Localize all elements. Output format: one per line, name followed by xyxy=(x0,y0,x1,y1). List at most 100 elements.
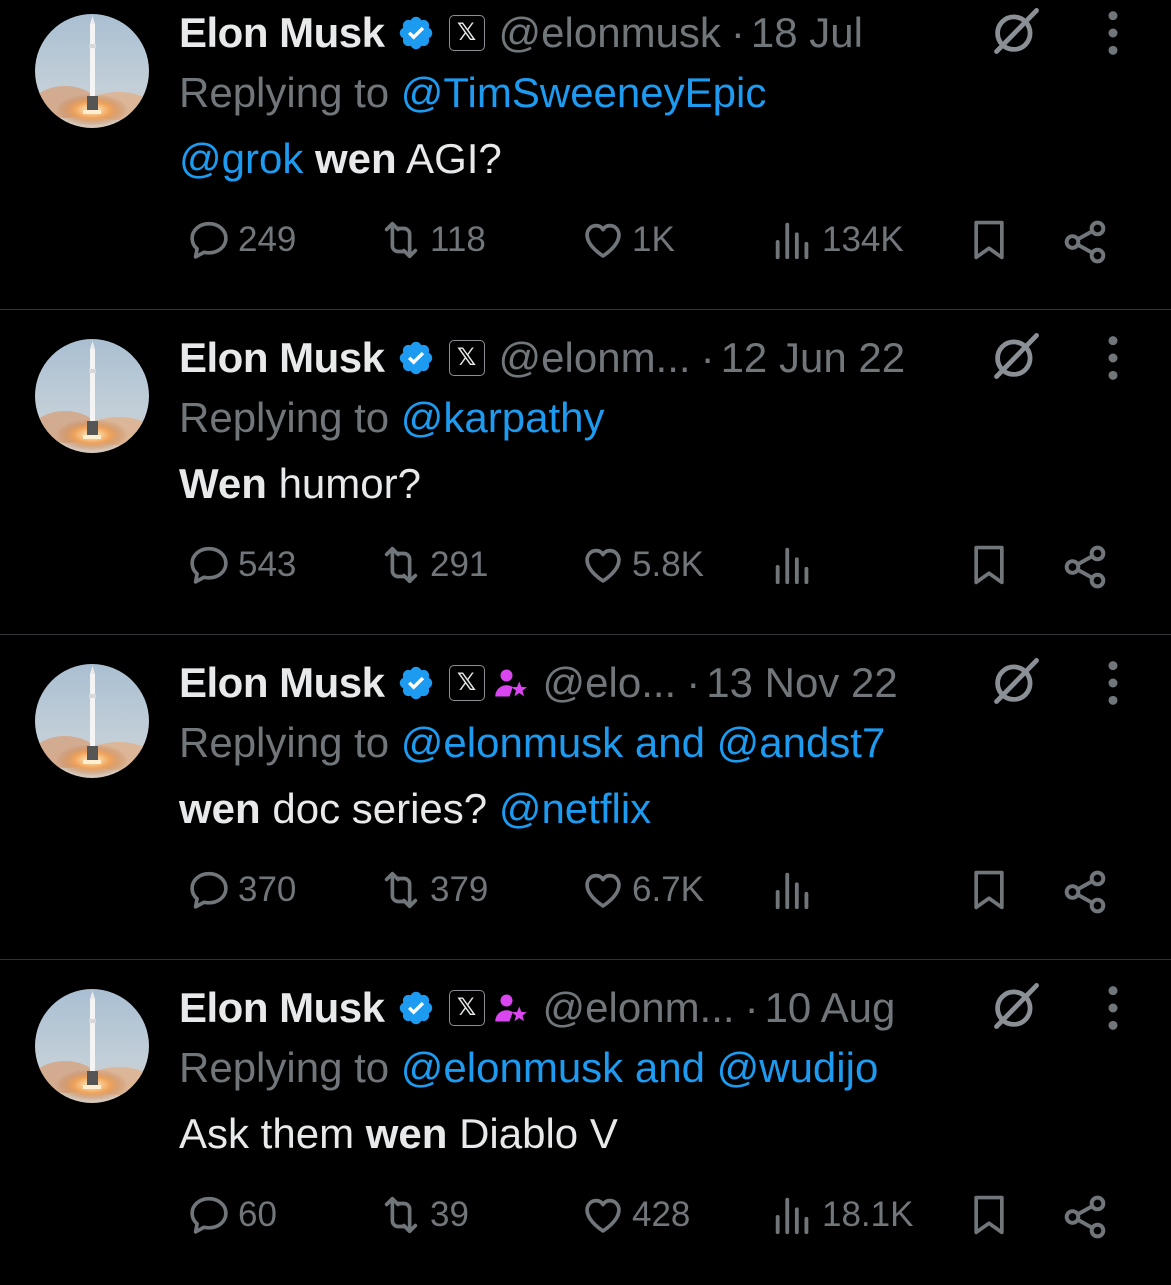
tweet-text-segment: Ask them xyxy=(179,1110,366,1157)
tweet-date[interactable]: 18 Jul xyxy=(751,9,863,57)
like-icon xyxy=(585,548,621,583)
avatar[interactable] xyxy=(35,664,149,778)
bookmark-icon[interactable] xyxy=(967,542,1011,588)
replying-to-label: Replying to xyxy=(179,69,401,116)
tweet[interactable]: Elon Musk 𝕏 @elonm... · 10 Aug Replying … xyxy=(0,960,1171,1285)
repost-button[interactable]: 291 xyxy=(378,540,488,590)
tweet-date[interactable]: 13 Nov 22 xyxy=(706,659,897,707)
replies-feed: Elon Musk 𝕏 @elonmusk · 18 Jul Replying … xyxy=(0,0,1171,1280)
separator-dot: · xyxy=(686,659,701,706)
display-name[interactable]: Elon Musk xyxy=(179,984,385,1032)
repost-icon xyxy=(384,871,418,909)
more-icon[interactable] xyxy=(1098,982,1128,1034)
share-icon[interactable] xyxy=(1060,1192,1110,1242)
repost-count: 379 xyxy=(430,870,489,909)
views-icon xyxy=(775,547,809,585)
grok-icon[interactable] xyxy=(990,5,1042,57)
tweet-text-segment: wen xyxy=(179,785,261,832)
display-name[interactable]: Elon Musk xyxy=(179,334,385,382)
avatar[interactable] xyxy=(35,14,149,128)
like-button[interactable]: 1K xyxy=(580,215,675,265)
reply-icon xyxy=(190,546,228,584)
views-icon xyxy=(775,872,809,910)
tweet-text-segment xyxy=(303,135,315,182)
affiliate-person-star-icon xyxy=(494,994,527,1022)
share-icon[interactable] xyxy=(1060,867,1110,917)
repost-button[interactable]: 118 xyxy=(378,215,486,265)
tweet-header: Elon Musk 𝕏 @elonm... · 12 Jun 22 xyxy=(179,328,905,388)
views-button[interactable] xyxy=(770,540,822,590)
mention-link[interactable]: @grok xyxy=(179,135,303,182)
repost-count: 118 xyxy=(430,220,486,259)
tweet-header: Elon Musk 𝕏 @elonmusk · 18 Jul xyxy=(179,3,863,63)
replying-to-label: Replying to xyxy=(179,394,401,441)
tweet-date[interactable]: 12 Jun 22 xyxy=(721,334,906,382)
like-button[interactable]: 5.8K xyxy=(580,540,704,590)
verified-badge-icon xyxy=(399,666,432,700)
avatar[interactable] xyxy=(35,989,149,1103)
avatar[interactable] xyxy=(35,339,149,453)
tweet[interactable]: Elon Musk 𝕏 @elonm... · 12 Jun 22 Replyi… xyxy=(0,310,1171,635)
views-button[interactable] xyxy=(770,865,822,915)
reply-button[interactable]: 249 xyxy=(186,215,296,265)
grok-icon[interactable] xyxy=(990,980,1042,1032)
more-icon[interactable] xyxy=(1098,332,1128,384)
tweet[interactable]: Elon Musk 𝕏 @elonmusk · 18 Jul Replying … xyxy=(0,0,1171,310)
grok-icon[interactable] xyxy=(990,330,1042,382)
tweet-actions: 60 39 428 18.1K xyxy=(0,1190,1171,1240)
tweet-text: @grok wen AGI? xyxy=(179,135,502,183)
bookmark-icon[interactable] xyxy=(967,867,1011,913)
tweet-text: Ask them wen Diablo V xyxy=(179,1110,618,1158)
like-icon xyxy=(585,873,621,908)
user-handle[interactable]: @elonm... xyxy=(543,984,735,1032)
view-count: 134K xyxy=(822,220,904,259)
like-button[interactable]: 428 xyxy=(580,1190,690,1240)
x-affiliate-badge-icon: 𝕏 xyxy=(448,990,485,1026)
reply-button[interactable]: 543 xyxy=(186,540,296,590)
mention-link[interactable]: @netflix xyxy=(499,785,651,832)
repost-count: 39 xyxy=(430,1195,469,1234)
reply-mentions[interactable]: @karpathy xyxy=(401,394,605,441)
display-name[interactable]: Elon Musk xyxy=(179,659,385,707)
repost-button[interactable]: 379 xyxy=(378,865,488,915)
tweet-actions: 370 379 6.7K xyxy=(0,865,1171,915)
share-icon[interactable] xyxy=(1060,217,1110,267)
more-icon[interactable] xyxy=(1098,657,1128,709)
views-icon xyxy=(775,222,809,260)
more-icon[interactable] xyxy=(1098,7,1128,59)
tweet-date[interactable]: 10 Aug xyxy=(765,984,896,1032)
like-count: 5.8K xyxy=(632,545,704,584)
x-affiliate-badge-icon: 𝕏 xyxy=(448,340,485,376)
reply-mentions[interactable]: @TimSweeneyEpic xyxy=(401,69,767,116)
separator-dot: · xyxy=(700,334,715,381)
reply-button[interactable]: 370 xyxy=(186,865,296,915)
reply-mentions[interactable]: @elonmusk and @wudijo xyxy=(401,1044,879,1091)
bookmark-icon[interactable] xyxy=(967,217,1011,263)
replying-to-label: Replying to xyxy=(179,719,401,766)
views-icon xyxy=(775,1197,809,1235)
views-button[interactable]: 134K xyxy=(770,215,904,265)
tweet-text-segment: wen xyxy=(315,135,397,182)
bookmark-icon[interactable] xyxy=(967,1192,1011,1238)
user-handle[interactable]: @elonmusk xyxy=(499,9,721,57)
x-affiliate-badge-icon: 𝕏 xyxy=(448,15,485,51)
replying-to: Replying to @elonmusk and @wudijo xyxy=(179,1044,878,1092)
like-button[interactable]: 6.7K xyxy=(580,865,704,915)
tweet-text-segment: Wen xyxy=(179,460,267,507)
tweet-actions: 249 118 1K 134K xyxy=(0,215,1171,265)
user-handle[interactable]: @elonm... xyxy=(499,334,691,382)
repost-icon xyxy=(384,1196,418,1234)
reply-icon xyxy=(190,221,228,259)
replying-to-label: Replying to xyxy=(179,1044,401,1091)
tweet[interactable]: Elon Musk 𝕏 @elo... · 13 Nov 22 Replying… xyxy=(0,635,1171,960)
reply-mentions[interactable]: @elonmusk and @andst7 xyxy=(401,719,886,766)
user-handle[interactable]: @elo... xyxy=(543,659,677,707)
share-icon[interactable] xyxy=(1060,542,1110,592)
display-name[interactable]: Elon Musk xyxy=(179,9,385,57)
like-count: 1K xyxy=(632,220,675,259)
views-button[interactable]: 18.1K xyxy=(770,1190,913,1240)
reply-button[interactable]: 60 xyxy=(186,1190,277,1240)
repost-button[interactable]: 39 xyxy=(378,1190,469,1240)
grok-icon[interactable] xyxy=(990,655,1042,707)
tweet-actions: 543 291 5.8K xyxy=(0,540,1171,590)
